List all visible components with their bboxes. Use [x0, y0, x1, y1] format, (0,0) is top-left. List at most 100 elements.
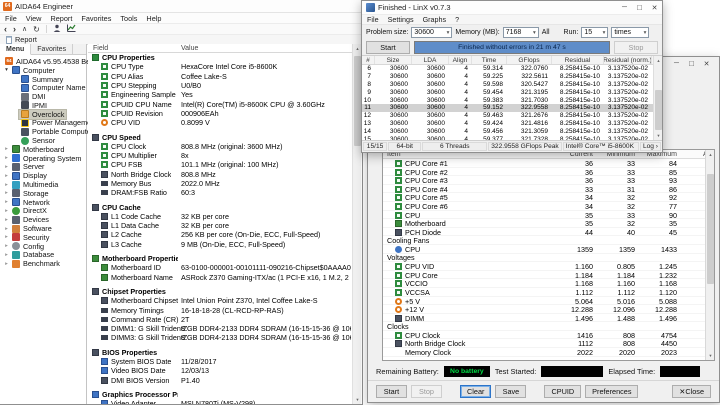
- tree-expander-icon[interactable]: [3, 217, 10, 223]
- tree-expander-icon[interactable]: [3, 67, 10, 73]
- menu-item[interactable]: Settings: [388, 15, 414, 24]
- up-icon[interactable]: [22, 23, 27, 35]
- menu-item[interactable]: Help: [146, 14, 161, 23]
- preferences-button[interactable]: Preferences: [585, 385, 639, 398]
- tree-expander-icon[interactable]: [3, 261, 10, 267]
- tree-expander-icon[interactable]: [3, 173, 10, 179]
- sidebar-tree-item[interactable]: Storage: [0, 189, 86, 198]
- sensor-row[interactable]: CPU Core #4 33 31 86 67.9: [383, 185, 714, 194]
- tree-expander-icon[interactable]: [3, 182, 10, 188]
- sidebar-tree-item[interactable]: IPMI: [0, 101, 86, 110]
- tree-expander-icon[interactable]: [3, 243, 10, 249]
- field-row[interactable]: CPU Speed: [88, 132, 352, 142]
- start-button[interactable]: Start: [366, 40, 410, 54]
- sidebar-tree-item[interactable]: Display: [0, 171, 86, 180]
- field-row[interactable]: CPU Stepping U0/B0: [88, 81, 352, 90]
- result-row[interactable]: 10 30600 30600 4 59.383 321.7030 8.25841…: [362, 96, 662, 104]
- cpuid-button[interactable]: CPUID: [544, 385, 582, 398]
- sidebar-tree-item[interactable]: Config: [0, 242, 86, 251]
- sensor-row[interactable]: CPU 35 33 90 73.9: [383, 211, 714, 220]
- field-row[interactable]: System BIOS Date 11/28/2017: [88, 357, 352, 366]
- field-row[interactable]: Video BIOS Date 12/03/13: [88, 366, 352, 375]
- sidebar-tree-item[interactable]: Benchmark: [0, 259, 86, 268]
- scrollbar-thumb[interactable]: [655, 90, 662, 130]
- field-row[interactable]: CPU Alias Coffee Lake-S: [88, 72, 352, 81]
- tree-expander-icon[interactable]: [3, 226, 10, 232]
- field-row[interactable]: CPU Properties: [88, 53, 352, 62]
- close-button[interactable]: [699, 58, 714, 69]
- sensor-row[interactable]: +5 V 5.064 5.016 5.088 5.035: [383, 297, 714, 306]
- sidebar-tree-item[interactable]: Portable Computer: [0, 127, 93, 136]
- sidebar-tree-item[interactable]: DMI: [0, 92, 86, 101]
- result-row[interactable]: 15 30600 30600 4 59.377 321.7328 8.25841…: [362, 135, 662, 140]
- scrollbar-thumb[interactable]: [354, 56, 361, 146]
- field-row[interactable]: Video Adapter MSI N780Ti (MS-V298): [88, 399, 352, 404]
- sensor-scrollbar[interactable]: [705, 150, 714, 360]
- linx-titlebar[interactable]: Finished - LinX v0.7.3: [362, 1, 662, 15]
- scroll-down-icon[interactable]: [654, 131, 662, 140]
- field-row[interactable]: DRAM:FSB Ratio 60:3: [88, 188, 352, 197]
- field-row[interactable]: Chipset Properties: [88, 287, 352, 296]
- sidebar-tree-item[interactable]: Devices: [0, 215, 86, 224]
- field-row[interactable]: CPU Cache: [88, 202, 352, 212]
- field-row[interactable]: Graphics Processor Properties: [88, 390, 352, 399]
- sensor-row[interactable]: CPU Core 1.184 1.184 1.232 1.210: [383, 271, 714, 280]
- result-row[interactable]: 12 30600 30600 4 59.463 321.2676 8.25841…: [362, 112, 662, 120]
- field-row[interactable]: Memory Bus 2022.0 MHz: [88, 179, 352, 188]
- sidebar-tree-item[interactable]: Network: [0, 198, 86, 207]
- result-row[interactable]: 14 30600 30600 4 59.456 321.3059 8.25841…: [362, 127, 662, 135]
- menu-item[interactable]: ?: [455, 15, 459, 24]
- sensor-row[interactable]: Motherboard 35 32 35 34.4: [383, 219, 714, 228]
- maximize-button[interactable]: [632, 2, 647, 13]
- result-row[interactable]: 9 30600 30600 4 59.454 321.3195 8.258415…: [362, 88, 662, 96]
- sidebar-tree-item[interactable]: DirectX: [0, 206, 86, 215]
- sensor-row[interactable]: Cooling Fans: [383, 236, 714, 245]
- field-row[interactable]: Memory Timings 16-18-18-28 (CL-RCD-RP-RA…: [88, 305, 352, 315]
- field-row[interactable]: L2 Cache 256 KB per core (On-Die, ECC, F…: [88, 230, 352, 239]
- clear-button[interactable]: Clear: [460, 385, 492, 398]
- main-pane-scrollbar[interactable]: [352, 44, 361, 404]
- sensor-row[interactable]: CPU Core #3 36 33 93 73.8: [383, 176, 714, 185]
- back-icon[interactable]: [4, 24, 7, 34]
- forward-icon[interactable]: [13, 24, 16, 34]
- field-row[interactable]: BIOS Properties: [88, 348, 352, 357]
- sidebar-tree-item[interactable]: Server: [0, 162, 86, 171]
- field-row[interactable]: CPUID CPU Name Intel(R) Core(TM) i5-8600…: [88, 99, 352, 109]
- minimize-button[interactable]: [617, 2, 632, 13]
- tree-expander-icon[interactable]: [3, 208, 10, 214]
- field-row[interactable]: North Bridge Clock 808.8 MHz: [88, 170, 352, 179]
- result-row[interactable]: 6 30600 30600 4 59.314 322.0760 8.258415…: [362, 65, 662, 73]
- menu-item[interactable]: File: [5, 14, 17, 23]
- sidebar-tree-item[interactable]: Security: [0, 233, 86, 242]
- sidebar-tree-item[interactable]: Database: [0, 250, 86, 259]
- maximize-button[interactable]: [684, 58, 699, 69]
- scroll-up-icon[interactable]: [654, 56, 662, 65]
- field-row[interactable]: Motherboard ID 63-0100-000001-00101111-0…: [88, 263, 352, 272]
- chart-icon[interactable]: [66, 24, 76, 34]
- tree-expander-icon[interactable]: [3, 234, 10, 240]
- result-row[interactable]: 7 30600 30600 4 59.225 322.5611 8.258415…: [362, 73, 662, 81]
- save-button[interactable]: Save: [495, 385, 527, 398]
- minimize-button[interactable]: [669, 58, 684, 69]
- sidebar-tree-item[interactable]: Power Management: [0, 118, 97, 127]
- close-button[interactable]: Close: [672, 385, 711, 398]
- sensor-row[interactable]: +12 V 12.288 12.096 12.288 12.202: [383, 305, 714, 314]
- sidebar-tree-item[interactable]: Operating System: [0, 154, 86, 163]
- sidebar-tree-item[interactable]: Computer Name: [0, 83, 86, 92]
- field-row[interactable]: CPU Multiplier 8x: [88, 151, 352, 160]
- result-row[interactable]: 13 30600 30600 4 59.424 321.4816 8.25841…: [362, 120, 662, 128]
- field-row[interactable]: Motherboard Properties: [88, 254, 352, 263]
- sensor-row[interactable]: VCCIO 1.168 1.160 1.168 1.167: [383, 279, 714, 288]
- linx-table-scrollbar[interactable]: [653, 56, 662, 140]
- close-button[interactable]: [647, 2, 662, 13]
- field-row[interactable]: Motherboard Name ASRock Z370 Gaming-ITX/…: [88, 273, 352, 282]
- tab-menu[interactable]: Menu: [0, 44, 32, 55]
- sidebar-tree-item[interactable]: Software: [0, 224, 86, 233]
- sidebar-tree-item[interactable]: AIDA64 v5.95.4538 Beta: [0, 57, 96, 66]
- field-row[interactable]: CPU Clock 808.8 MHz (original: 3600 MHz): [88, 142, 352, 151]
- field-row[interactable]: L1 Code Cache 32 KB per core: [88, 212, 352, 221]
- aida64-titlebar[interactable]: AIDA64 Engineer: [0, 0, 362, 13]
- sensor-row[interactable]: North Bridge Clock 1112 808 4450 4375.8: [383, 339, 714, 348]
- tree-expander-icon[interactable]: [3, 199, 10, 205]
- field-row[interactable]: L1 Data Cache 32 KB per core: [88, 221, 352, 230]
